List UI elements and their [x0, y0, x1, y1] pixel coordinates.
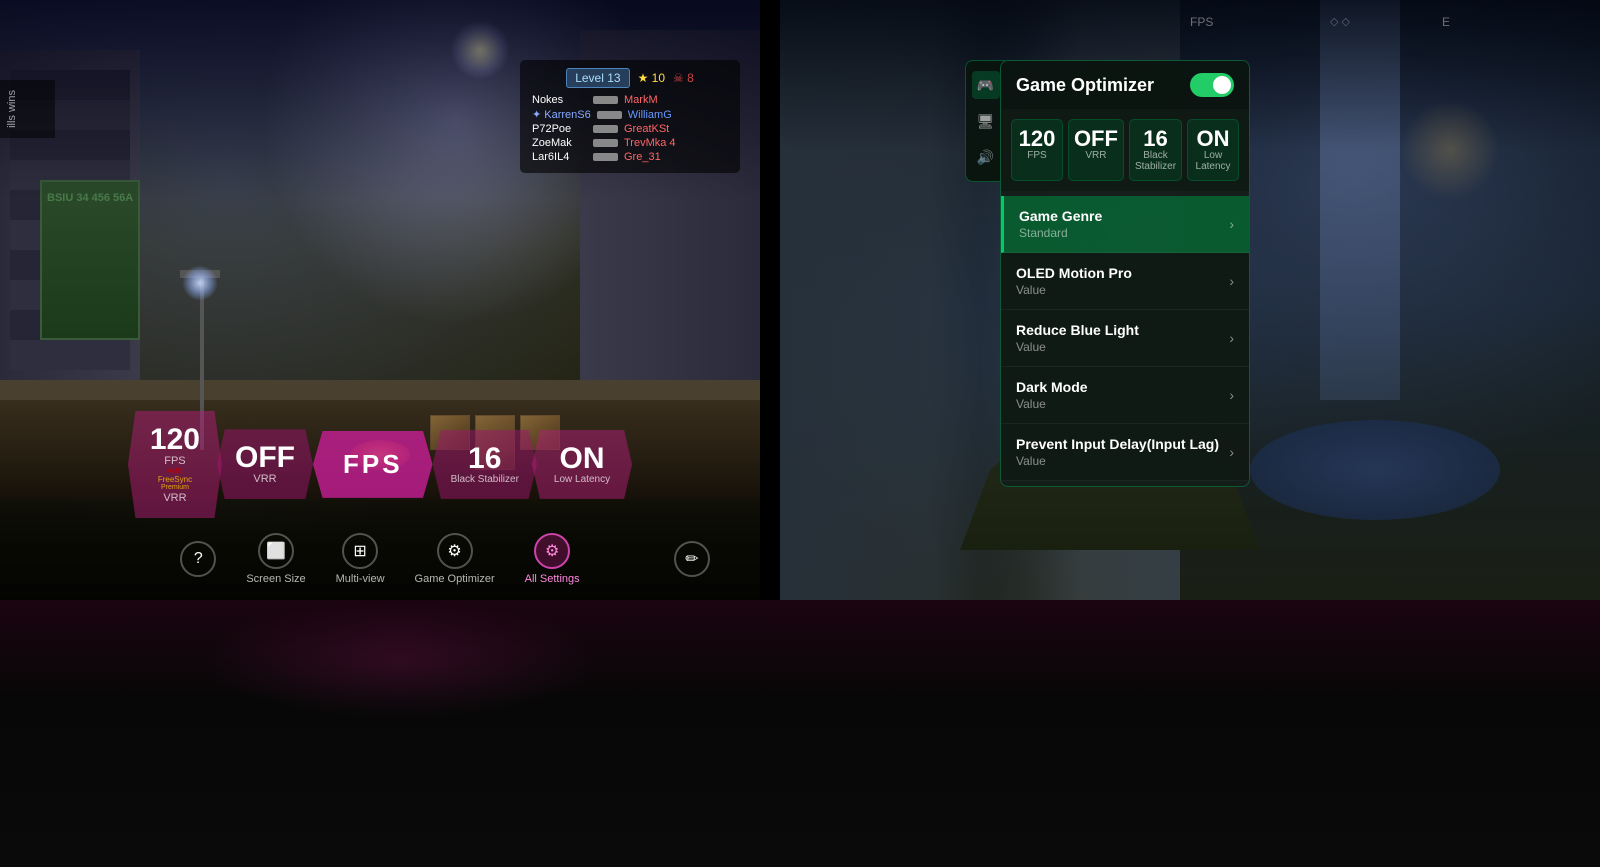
reduce-blue-light-chevron: › — [1229, 330, 1234, 346]
menu-game-genre[interactable]: Game Genre Standard › — [1001, 196, 1249, 253]
low-latency-value: ON — [554, 444, 610, 474]
player-name-5: Lar6IL4 — [532, 151, 587, 163]
reduce-blue-light-value: Value — [1016, 340, 1229, 354]
stat-low-latency: ON Low Latency — [1187, 119, 1239, 181]
help-button[interactable]: ? — [180, 541, 216, 577]
menu-section: Game Genre Standard › OLED Motion Pro Va… — [1001, 191, 1249, 486]
player-name-2: ✦ KarrenS6 — [532, 108, 591, 121]
game-genre-value: Standard — [1019, 226, 1229, 240]
multiview-button[interactable]: ⊞ Multi-view — [336, 533, 385, 585]
right-hud-text: E — [1442, 15, 1450, 29]
black-stab-value: 16 — [451, 444, 519, 474]
stat-bs-label: Black Stabilizer — [1135, 150, 1176, 172]
player-name-4: ZoeMak — [532, 137, 587, 149]
stat-fps-label: FPS — [1017, 150, 1057, 161]
dark-mode-title: Dark Mode — [1016, 379, 1229, 395]
stat-vrr: OFF VRR — [1068, 119, 1124, 181]
optimizer-toggle[interactable] — [1190, 73, 1234, 97]
kill-name-5: Gre_31 — [624, 151, 679, 163]
skull-count: ☠ 8 — [673, 71, 694, 85]
oled-motion-title: OLED Motion Pro — [1016, 265, 1229, 281]
game-genre-chevron: › — [1229, 216, 1234, 232]
freesync-premium: Premium — [150, 484, 200, 492]
player-row: Nokes MarkM — [532, 94, 728, 106]
all-settings-icon: ⚙ — [534, 533, 570, 569]
menu-dark-mode[interactable]: Dark Mode Value › — [1001, 367, 1249, 424]
right-hud-marker: ◇ ◇ — [1330, 15, 1350, 28]
edit-icon: ✏ — [685, 549, 698, 569]
input-delay-value: Value — [1016, 454, 1229, 468]
optimizer-panel: Game Optimizer 120 FPS OFF VRR 16 — [1000, 60, 1250, 487]
stat-fps-value: 120 — [1017, 128, 1057, 150]
level-badge: Level 13 — [566, 68, 629, 88]
input-delay-title: Prevent Input Delay(Input Lag) — [1016, 436, 1229, 452]
stat-ll-value: ON — [1193, 128, 1233, 150]
input-delay-chevron: › — [1229, 444, 1234, 460]
right-fps-indicator: FPS — [1190, 15, 1213, 29]
menu-input-delay[interactable]: Prevent Input Delay(Input Lag) Value › — [1001, 424, 1249, 481]
screen-size-label: Screen Size — [246, 573, 305, 585]
reduce-blue-light-title: Reduce Blue Light — [1016, 322, 1229, 338]
kill-name-4: TrevMka 4 — [624, 137, 679, 149]
fps-value: 120 — [150, 425, 200, 455]
scoreboard: Level 13 ★ 10 ☠ 8 Nokes MarkM ✦ KarrenS6… — [520, 60, 740, 173]
dark-mode-chevron: › — [1229, 387, 1234, 403]
stat-black-stab: 16 Black Stabilizer — [1129, 119, 1182, 181]
dark-mode-value: Value — [1016, 397, 1229, 411]
left-screen: BSIU 34 456 56A ills wins Level 13 — [0, 0, 760, 600]
toolbar: ? ⬜ Screen Size ⊞ Multi-view — [20, 533, 740, 585]
multiview-label: Multi-view — [336, 573, 385, 585]
right-screen: 🎮 🖥 🔊 Game Optimizer 120 FPS — [780, 0, 1600, 600]
optimizer-icon: ⚙ — [437, 533, 473, 569]
stat-vrr-label: VRR — [1074, 150, 1118, 161]
stat-bs-value: 16 — [1135, 128, 1176, 150]
help-icon: ? — [180, 541, 216, 577]
player-name-3: P72Poe — [532, 123, 587, 135]
screen-size-icon: ⬜ — [258, 533, 294, 569]
display-icon[interactable]: 🖥 — [972, 107, 1000, 135]
mode-text: FPS — [343, 449, 403, 480]
kill-name-3: GreatKSt — [624, 123, 679, 135]
oled-motion-value: Value — [1016, 283, 1229, 297]
stats-bar: 120 FPS AMD FreeSync Premium VRR OFF — [20, 411, 740, 518]
vrr-label: VRR — [150, 492, 200, 504]
oled-motion-chevron: › — [1229, 273, 1234, 289]
vrr-value: OFF — [235, 443, 295, 473]
gamepad-icon[interactable]: 🎮 — [972, 71, 1000, 99]
hud-bottom: 120 FPS AMD FreeSync Premium VRR OFF — [0, 401, 760, 600]
optimizer-sidebar: 🎮 🖥 🔊 — [965, 60, 1005, 182]
game-genre-title: Game Genre — [1019, 208, 1229, 224]
stat-ll-label: Low Latency — [1193, 150, 1233, 172]
fps-label: FPS — [150, 455, 200, 467]
player-name-1: Nokes — [532, 94, 587, 106]
sound-icon[interactable]: 🔊 — [972, 143, 1000, 171]
bottom-section — [0, 600, 1600, 867]
menu-oled-motion[interactable]: OLED Motion Pro Value › — [1001, 253, 1249, 310]
player-row: P72Poe GreatKSt — [532, 123, 728, 135]
panel-title: Game Optimizer — [1016, 75, 1154, 96]
edit-button[interactable]: ✏ — [674, 541, 710, 577]
hud-top: Level 13 ★ 10 ☠ 8 Nokes MarkM ✦ KarrenS6… — [0, 60, 760, 173]
screen-size-button[interactable]: ⬜ Screen Size — [246, 533, 305, 585]
menu-reduce-blue-light[interactable]: Reduce Blue Light Value › — [1001, 310, 1249, 367]
player-row: ✦ KarrenS6 WilliamG — [532, 108, 728, 121]
stat-vrr-value: OFF — [1074, 128, 1118, 150]
stat-fps: 120 FPS — [1011, 119, 1063, 181]
star-count: ★ 10 — [638, 71, 665, 85]
kill-name-2: WilliamG — [628, 109, 683, 121]
player-row: Lar6IL4 Gre_31 — [532, 151, 728, 163]
optimizer-stats-row: 120 FPS OFF VRR 16 Black Stabilizer ON L… — [1001, 109, 1249, 191]
game-optimizer-button[interactable]: ⚙ Game Optimizer — [415, 533, 495, 585]
panel-header: Game Optimizer — [1001, 61, 1249, 109]
kill-name-1: MarkM — [624, 94, 679, 106]
low-latency-label: Low Latency — [554, 474, 610, 485]
multiview-icon: ⊞ — [342, 533, 378, 569]
black-stab-label: Black Stabilizer — [451, 474, 519, 485]
all-settings-label: All Settings — [525, 573, 580, 585]
optimizer-label: Game Optimizer — [415, 573, 495, 585]
all-settings-button[interactable]: ⚙ All Settings — [525, 533, 580, 585]
vrr-label2: VRR — [235, 473, 295, 485]
player-row: ZoeMak TrevMka 4 — [532, 137, 728, 149]
